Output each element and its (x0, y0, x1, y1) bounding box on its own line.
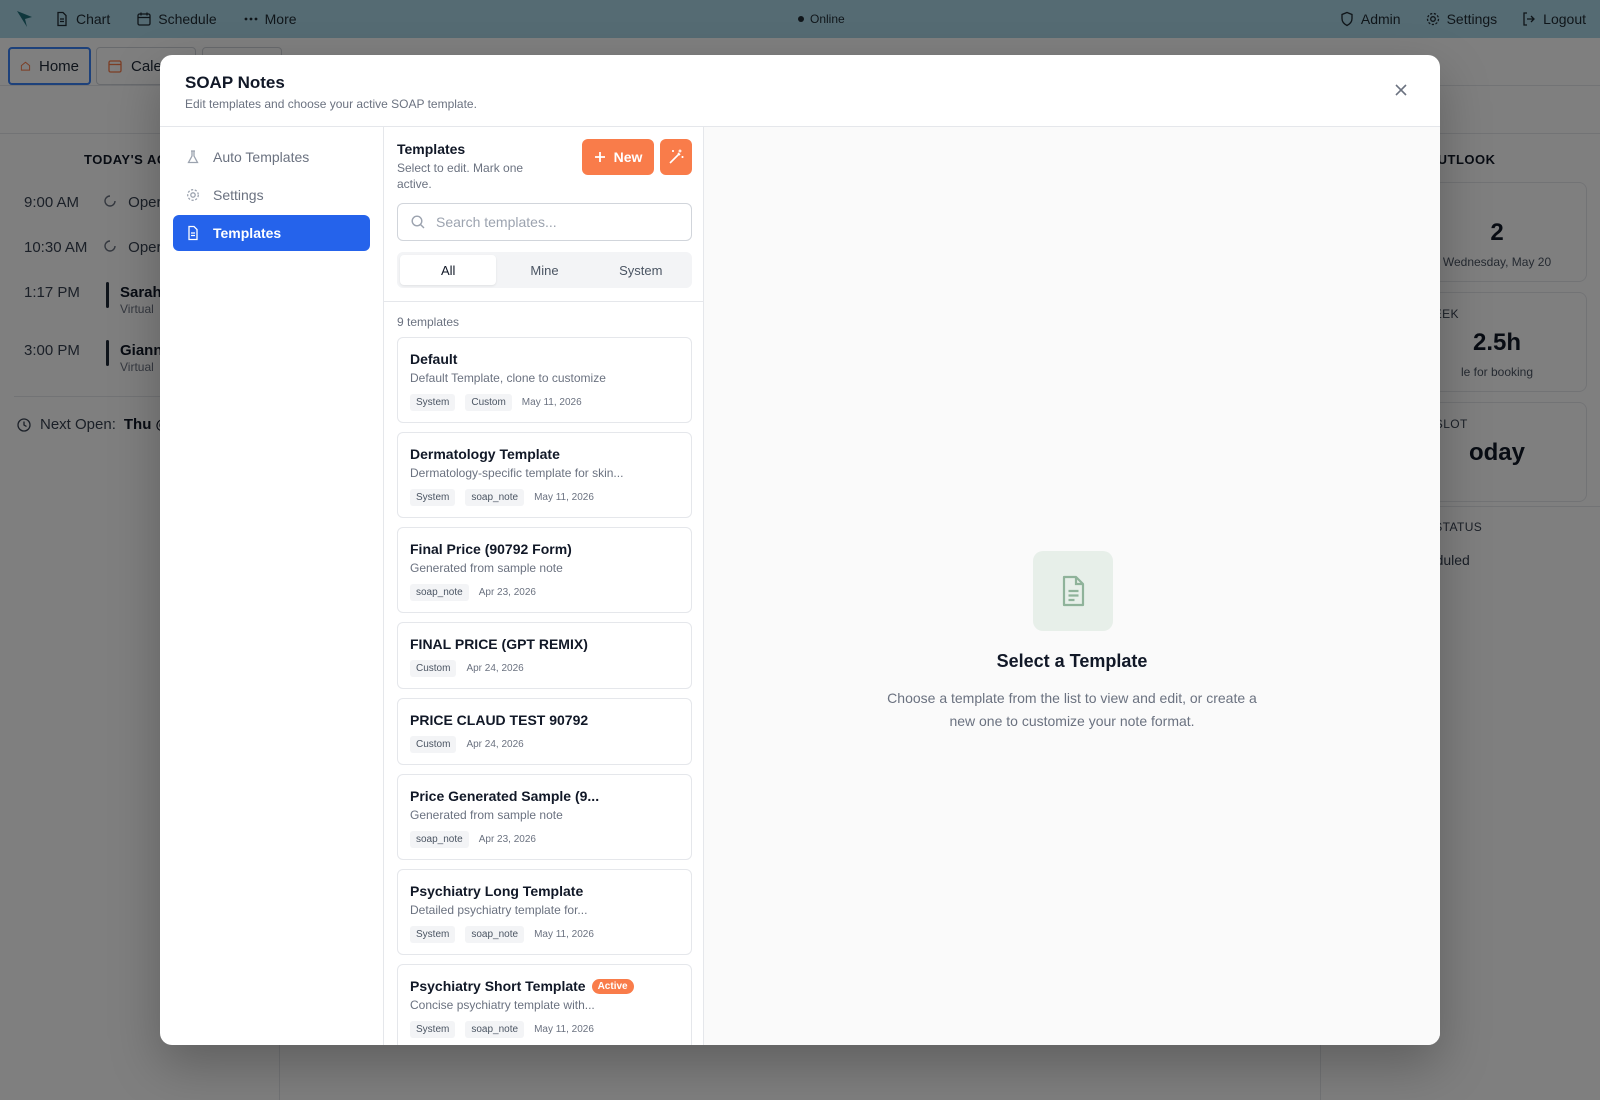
template-filter: All Mine System (397, 252, 692, 288)
template-tag: System (410, 488, 456, 506)
template-description: Default Template, clone to customize (410, 371, 606, 385)
template-description: Concise psychiatry template with... (410, 998, 595, 1012)
template-count: 9 templates (397, 315, 460, 329)
close-button[interactable] (1390, 79, 1412, 101)
template-card[interactable]: PRICE CLAUD TEST 90792 Custom Apr 24, 20… (397, 698, 692, 765)
template-name: PRICE CLAUD TEST 90792 (410, 712, 589, 728)
side-item-label: Templates (213, 225, 282, 241)
empty-state-description: Choose a template from the list to view … (887, 690, 1257, 729)
plus-icon (594, 152, 605, 162)
new-template-button[interactable]: New (582, 139, 654, 175)
magic-wand-icon (669, 149, 684, 164)
soap-notes-modal: SOAP Notes Edit templates and choose you… (160, 55, 1440, 1045)
generate-template-button[interactable] (660, 139, 692, 175)
template-card[interactable]: Default Default Template, clone to custo… (397, 337, 692, 423)
template-list: Default Default Template, clone to custo… (397, 337, 692, 1045)
template-card[interactable]: Dermatology Template Dermatology-specifi… (397, 432, 692, 518)
side-item-settings[interactable]: Settings (173, 177, 370, 213)
filter-system[interactable]: System (593, 255, 689, 285)
modal-subtitle: Edit templates and choose your active SO… (185, 97, 477, 111)
template-tag: soap_note (465, 925, 525, 943)
modal-side-nav: Auto Templates Settings Templates (160, 127, 384, 1045)
template-card[interactable]: Final Price (90792 Form) Generated from … (397, 527, 692, 613)
document-icon (188, 225, 198, 241)
empty-state-title: Select a Template (996, 651, 1148, 671)
template-tag: System (410, 1020, 456, 1038)
templates-panel-subtitle: Select to edit. Mark one active. (397, 161, 524, 191)
search-box[interactable] (397, 203, 692, 241)
template-date: May 11, 2026 (534, 928, 594, 940)
side-item-templates[interactable]: Templates (173, 215, 370, 251)
template-tag: System (410, 925, 456, 943)
template-tag: Custom (465, 393, 512, 411)
template-tag: System (410, 393, 456, 411)
side-item-auto-templates[interactable]: Auto Templates (173, 139, 370, 175)
template-date: Apr 23, 2026 (478, 586, 536, 598)
template-date: Apr 23, 2026 (478, 833, 536, 845)
template-date: May 11, 2026 (534, 1023, 594, 1035)
template-name: Psychiatry Short Template (410, 978, 586, 994)
template-tag: Custom (410, 659, 457, 677)
side-item-label: Settings (213, 187, 264, 203)
template-date: May 11, 2026 (534, 491, 594, 503)
template-tag: soap_note (410, 583, 469, 601)
template-name: Psychiatry Long Template (410, 883, 584, 899)
template-tag: soap_note (410, 830, 469, 848)
modal-header: SOAP Notes Edit templates and choose you… (160, 55, 1440, 127)
search-icon (411, 215, 425, 229)
template-card[interactable]: Psychiatry Long Template Detailed psychi… (397, 869, 692, 955)
template-name: Final Price (90792 Form) (410, 541, 572, 557)
template-card[interactable]: FINAL PRICE (GPT REMIX) Custom Apr 24, 2… (397, 622, 692, 689)
active-badge: Active (591, 978, 634, 994)
templates-panel-title: Templates (397, 141, 466, 157)
template-name: Price Generated Sample (9... (410, 788, 600, 804)
divider (384, 301, 703, 302)
template-date: May 11, 2026 (521, 396, 582, 408)
template-description: Generated from sample note (410, 808, 563, 822)
template-date: Apr 24, 2026 (466, 662, 524, 674)
side-item-label: Auto Templates (213, 149, 310, 165)
template-description: Dermatology-specific template for skin..… (410, 466, 624, 480)
modal-title: SOAP Notes (185, 73, 285, 92)
template-date: Apr 24, 2026 (466, 738, 524, 750)
template-editor-empty-state: Select a Template Choose a template from… (704, 127, 1440, 1045)
flask-icon (187, 150, 199, 164)
close-icon (1395, 84, 1407, 96)
search-input[interactable] (436, 214, 676, 230)
template-tag: Custom (410, 735, 457, 753)
template-name: FINAL PRICE (GPT REMIX) (410, 636, 588, 652)
document-icon (1033, 551, 1113, 631)
template-description: Generated from sample note (410, 561, 563, 575)
filter-mine[interactable]: Mine (496, 255, 592, 285)
filter-all[interactable]: All (400, 255, 497, 285)
template-description: Detailed psychiatry template for... (410, 903, 588, 917)
template-card[interactable]: Price Generated Sample (9... Generated f… (397, 774, 692, 860)
new-template-label: New (613, 149, 643, 165)
gear-icon (187, 189, 199, 201)
templates-panel: Templates Select to edit. Mark one activ… (384, 127, 704, 1045)
template-tag: soap_note (465, 488, 525, 506)
template-card[interactable]: Psychiatry Short Template Active Concise… (397, 964, 692, 1045)
template-tag: soap_note (465, 1020, 525, 1038)
template-name: Default (410, 351, 458, 367)
template-name: Dermatology Template (410, 446, 560, 462)
